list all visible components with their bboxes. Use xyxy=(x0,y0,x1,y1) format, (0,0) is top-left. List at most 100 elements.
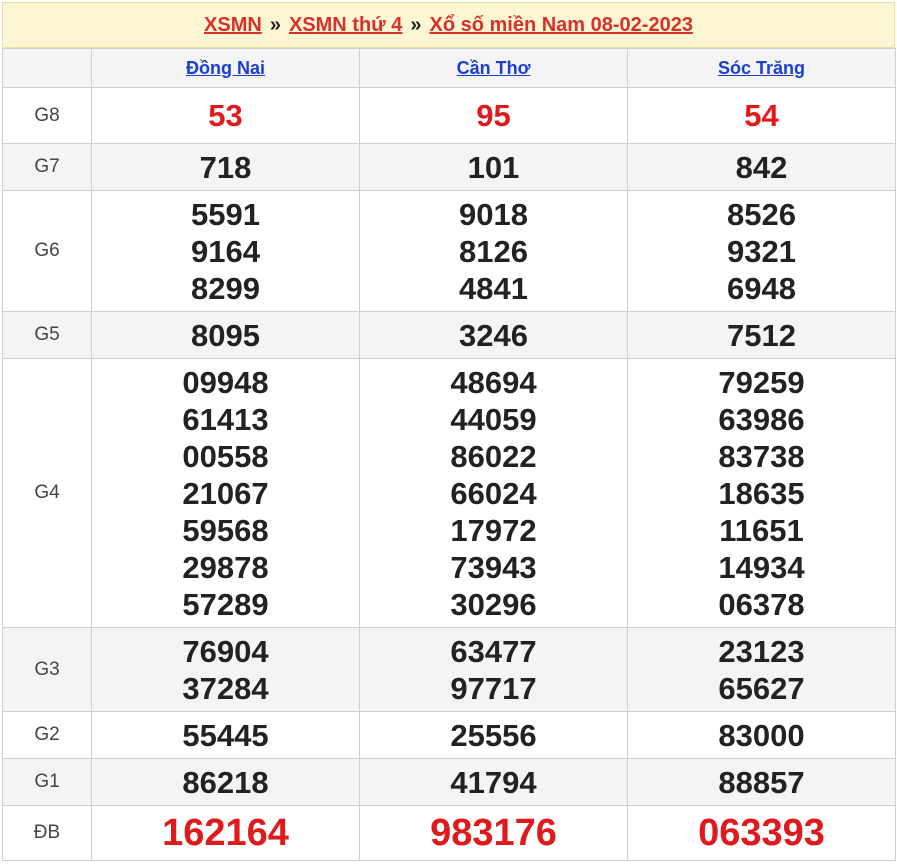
prize-row: G3 76904 37284 63477 97717 23123 65627 xyxy=(2,627,896,712)
prize-number: 95 xyxy=(476,98,511,133)
prize-cell: 983176 xyxy=(359,805,628,861)
prize-cell: 842 xyxy=(627,143,896,191)
prize-number: 8526 xyxy=(727,196,796,232)
prize-cell: 063393 xyxy=(627,805,896,861)
prize-label: G8 xyxy=(2,87,92,144)
prize-row: G4 09948 61413 00558 21067 59568 29878 57289 486… xyxy=(2,358,896,628)
prize-cell: 54 xyxy=(627,87,896,144)
prize-number: 842 xyxy=(735,149,788,185)
prize-number: 61413 xyxy=(182,401,269,437)
prize-number: 4841 xyxy=(459,270,528,306)
results-container: XSMN » XSMN thứ 4 » Xổ số miền Nam 08-02… xyxy=(2,2,896,861)
province-link-dong-nai[interactable]: Đồng Nai xyxy=(186,58,265,78)
prize-cell: 83000 xyxy=(627,711,896,759)
prize-number: 79259 xyxy=(718,364,805,400)
prize-cell: 162164 xyxy=(91,805,360,861)
prize-number: 65627 xyxy=(718,670,805,706)
prize-cell: 7512 xyxy=(627,311,896,359)
prize-number: 5591 xyxy=(191,196,260,232)
prize-number: 162164 xyxy=(162,811,289,854)
prize-number: 48694 xyxy=(450,364,537,400)
prize-number: 57289 xyxy=(182,586,269,622)
prize-row: G2 55445 25556 83000 xyxy=(2,711,896,759)
prize-cell: 718 xyxy=(91,143,360,191)
header-empty-cell xyxy=(2,48,92,88)
prize-cell: 41794 xyxy=(359,758,628,806)
prize-row: G6 5591 9164 8299 9018 8126 4841 8526 9321 6948 xyxy=(2,190,896,312)
prize-number: 25556 xyxy=(450,717,537,753)
prize-number: 9321 xyxy=(727,233,796,269)
prize-number: 86022 xyxy=(450,438,537,474)
prize-label: G4 xyxy=(2,358,92,628)
prize-cell: 76904 37284 xyxy=(91,627,360,712)
prize-label: G1 xyxy=(2,758,92,806)
prize-row: G5 8095 3246 7512 xyxy=(2,311,896,359)
results-table: Đồng Nai Cần Thơ Sóc Trăng G8 53 95 54 G7 718… xyxy=(2,48,896,861)
prize-row: ĐB 162164 983176 063393 xyxy=(2,805,896,861)
prize-label: G2 xyxy=(2,711,92,759)
header-province-cell: Sóc Trăng xyxy=(627,48,896,88)
prize-cell: 5591 9164 8299 xyxy=(91,190,360,312)
prize-cell: 8526 9321 6948 xyxy=(627,190,896,312)
prize-number: 97717 xyxy=(450,670,537,706)
prize-number: 9018 xyxy=(459,196,528,232)
prize-number: 718 xyxy=(199,149,252,185)
province-link-soc-trang[interactable]: Sóc Trăng xyxy=(718,58,805,78)
prize-cell: 86218 xyxy=(91,758,360,806)
prize-number: 63986 xyxy=(718,401,805,437)
prize-number: 8299 xyxy=(191,270,260,306)
prize-cell: 8095 xyxy=(91,311,360,359)
prize-number: 23123 xyxy=(718,633,805,669)
prize-number: 88857 xyxy=(718,764,805,800)
prize-number: 3246 xyxy=(459,317,528,353)
prize-table-body: G8 53 95 54 G7 718 101 842 G6 5591 9164 8299 9018 812… xyxy=(2,87,896,861)
prize-cell: 95 xyxy=(359,87,628,144)
prize-number: 29878 xyxy=(182,549,269,585)
prize-cell: 53 xyxy=(91,87,360,144)
prize-number: 44059 xyxy=(450,401,537,437)
prize-cell: 88857 xyxy=(627,758,896,806)
province-link-can-tho[interactable]: Cần Thơ xyxy=(457,58,531,78)
prize-cell: 23123 65627 xyxy=(627,627,896,712)
prize-number: 06378 xyxy=(718,586,805,622)
prize-number: 11651 xyxy=(719,512,804,548)
prize-number: 55445 xyxy=(182,717,269,753)
breadcrumb: XSMN » XSMN thứ 4 » Xổ số miền Nam 08-02… xyxy=(2,2,895,48)
prize-label: G7 xyxy=(2,143,92,191)
prize-number: 8126 xyxy=(459,233,528,269)
prize-number: 00558 xyxy=(182,438,269,474)
prize-cell: 101 xyxy=(359,143,628,191)
prize-number: 76904 xyxy=(182,633,269,669)
prize-number: 59568 xyxy=(182,512,269,548)
prize-number: 53 xyxy=(208,98,243,133)
prize-cell: 55445 xyxy=(91,711,360,759)
prize-number: 73943 xyxy=(450,549,537,585)
prize-label: G5 xyxy=(2,311,92,359)
prize-number: 7512 xyxy=(727,317,796,353)
prize-number: 6948 xyxy=(727,270,796,306)
prize-cell: 79259 63986 83738 18635 11651 14934 06378 xyxy=(627,358,896,628)
prize-number: 30296 xyxy=(450,586,537,622)
breadcrumb-current-link[interactable]: Xổ số miền Nam 08-02-2023 xyxy=(429,14,692,37)
prize-number: 101 xyxy=(467,149,520,185)
prize-number: 63477 xyxy=(450,633,537,669)
breadcrumb-separator: » xyxy=(410,13,422,36)
prize-number: 8095 xyxy=(191,317,260,353)
prize-number: 21067 xyxy=(182,475,269,511)
header-province-cell: Đồng Nai xyxy=(91,48,360,88)
prize-number: 54 xyxy=(744,98,779,133)
prize-cell: 63477 97717 xyxy=(359,627,628,712)
prize-number: 83738 xyxy=(718,438,805,474)
prize-number: 17972 xyxy=(450,512,537,548)
breadcrumb-xsmn-link[interactable]: XSMN xyxy=(204,14,262,37)
prize-cell: 09948 61413 00558 21067 59568 29878 57289 xyxy=(91,358,360,628)
prize-number: 41794 xyxy=(450,764,537,800)
header-province-cell: Cần Thơ xyxy=(359,48,628,88)
prize-number: 83000 xyxy=(718,717,805,753)
breadcrumb-weekday-link[interactable]: XSMN thứ 4 xyxy=(289,14,402,37)
prize-number: 86218 xyxy=(182,764,269,800)
prize-number: 9164 xyxy=(191,233,260,269)
prize-label: ĐB xyxy=(2,805,92,861)
prize-number: 063393 xyxy=(698,811,825,854)
prize-number: 66024 xyxy=(450,475,537,511)
